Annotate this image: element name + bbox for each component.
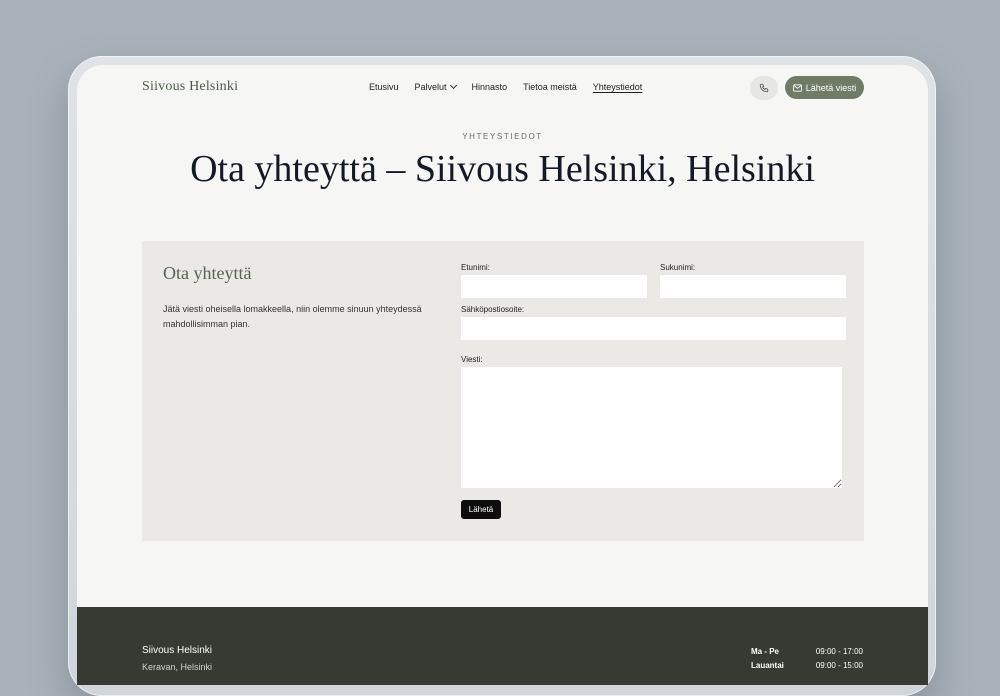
footer: Siivous Helsinki Keravan, Helsinki Ma - …: [77, 607, 928, 685]
hours-row: Lauantai 09:00 - 15:00: [751, 661, 863, 670]
chevron-down-icon: [449, 81, 457, 90]
message-label: Viesti:: [461, 355, 483, 364]
main-menu: Etusivu Palvelut Hinnasto Tietoa meistä …: [369, 81, 643, 92]
hours-time: 09:00 - 17:00: [815, 647, 863, 656]
nav-item-hinnasto[interactable]: Hinnasto: [472, 82, 508, 92]
hours-day: Ma - Pe: [751, 647, 780, 656]
nav-item-yhteystiedot[interactable]: Yhteystiedot: [593, 82, 643, 92]
top-nav: Siivous Helsinki Etusivu Palvelut Hinnas…: [77, 65, 928, 111]
footer-address: Keravan, Helsinki: [142, 662, 213, 672]
browser-screen: Siivous Helsinki Etusivu Palvelut Hinnas…: [77, 65, 928, 685]
last-name-input[interactable]: [660, 275, 846, 298]
section-eyebrow: YHTEYSTIEDOT: [462, 132, 543, 141]
nav-item-etusivu[interactable]: Etusivu: [369, 82, 399, 92]
site-logo[interactable]: Siivous Helsinki: [142, 79, 238, 95]
page-title: Ota yhteyttä – Siivous Helsinki, Helsink…: [190, 148, 815, 190]
hours-time: 09:00 - 15:00: [815, 661, 863, 670]
mail-icon: [792, 83, 802, 92]
nav-item-tietoa[interactable]: Tietoa meistä: [523, 82, 577, 92]
hours-row: Ma - Pe 09:00 - 17:00: [751, 647, 863, 656]
nav-item-palvelut[interactable]: Palvelut: [414, 81, 457, 92]
opening-hours: Ma - Pe 09:00 - 17:00 Lauantai 09:00 - 1…: [751, 647, 863, 675]
contact-title: Ota yhteyttä: [163, 263, 252, 283]
submit-button[interactable]: Lähetä: [461, 500, 501, 519]
email-label: Sähköpostiosoite:: [461, 305, 525, 314]
send-message-button[interactable]: Lähetä viesti: [785, 76, 864, 99]
contact-description: Jätä viesti oheisella lomakkeella, niin …: [163, 304, 422, 329]
last-name-label: Sukunimi:: [660, 263, 696, 272]
phone-button[interactable]: [750, 76, 778, 100]
message-textarea[interactable]: [461, 367, 842, 488]
email-input[interactable]: [461, 317, 846, 340]
hours-day: Lauantai: [751, 661, 784, 670]
send-message-label: Lähetä viesti: [805, 82, 857, 93]
first-name-input[interactable]: [461, 275, 647, 298]
phone-icon: [759, 83, 769, 93]
footer-brand: Siivous Helsinki: [142, 645, 213, 656]
contact-panel: Ota yhteyttä Jätä viesti oheisella lomak…: [142, 241, 864, 541]
nav-item-palvelut-label: Palvelut: [414, 82, 447, 92]
first-name-label: Etunimi:: [461, 263, 490, 272]
